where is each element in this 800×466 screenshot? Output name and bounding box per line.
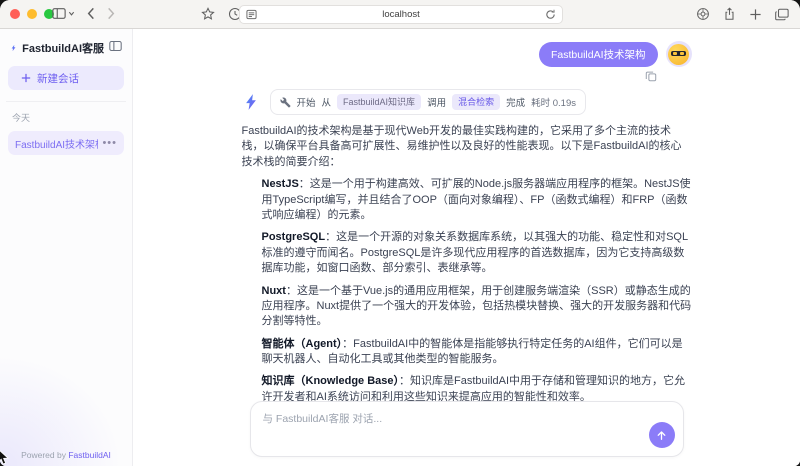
sidebar: FastbuildAI客服 新建会话 今天 FastbuildAI技术架构 ••…	[0, 29, 133, 466]
message-actions-row	[242, 70, 692, 82]
new-conversation-label: 新建会话	[37, 71, 79, 86]
ai-message-header: 开始 从 FastbuildAI知识库 调用 混合检索 完成 耗时 0.19s	[242, 89, 692, 115]
tool-call-status-pill[interactable]: 开始 从 FastbuildAI知识库 调用 混合检索 完成 耗时 0.19s	[270, 89, 587, 115]
chevron-down-icon	[68, 10, 75, 17]
back-button[interactable]	[87, 7, 95, 20]
tech-item-knowledge-base: 知识库（Knowledge Base）：知识库是FastbuildAI中用于存储…	[242, 374, 692, 401]
tech-item-nuxt: Nuxt：这是一个基于Vue.js的通用应用框架，用于创建服务端渲染（SSR）或…	[242, 284, 692, 330]
reader-icon[interactable]	[246, 9, 257, 20]
retrieval-method-badge: 混合检索	[452, 94, 500, 110]
forward-button[interactable]	[107, 7, 115, 20]
browser-chrome: localhost	[0, 0, 800, 29]
conversation-title: FastbuildAI技术架构	[15, 136, 98, 151]
sidebar-divider	[6, 101, 126, 102]
conversation-more-icon[interactable]: •••	[102, 138, 117, 149]
brand-link[interactable]: FastbuildAI	[68, 450, 111, 460]
refresh-icon[interactable]	[545, 9, 556, 20]
tech-term: NestJS	[262, 178, 299, 190]
tech-term: PostgreSQL	[262, 231, 326, 243]
powered-by: Powered by FastbuildAI	[8, 450, 124, 460]
arrow-up-icon	[655, 429, 668, 442]
url-text: localhost	[382, 9, 420, 20]
plus-icon	[21, 73, 31, 83]
send-button[interactable]	[649, 422, 675, 448]
messages-list: FastbuildAI技术架构 开始 从	[242, 29, 692, 401]
extensions-settings-icon[interactable]	[696, 7, 710, 21]
knowledge-base-badge: FastbuildAI知识库	[337, 94, 421, 110]
app-logo-lightning-icon	[10, 40, 17, 56]
new-conversation-button[interactable]: 新建会话	[8, 66, 124, 90]
user-message-row: FastbuildAI技术架构	[242, 41, 692, 67]
tech-desc: ：这是一个开源的对象关系数据库系统，以其强大的功能、稳定性和对SQL标准的遵守而…	[262, 231, 689, 274]
ai-avatar-lightning-icon	[242, 93, 260, 111]
sidebar-header: FastbuildAI客服	[8, 37, 124, 66]
status-from-label: 从	[322, 95, 332, 109]
tech-item-nestjs: NestJS：这是一个用于构建高效、可扩展的Node.js服务器端应用程序的框架…	[242, 177, 692, 223]
status-done-label: 完成	[506, 95, 525, 109]
window-controls	[10, 9, 54, 19]
browser-sidebar-icon[interactable]	[52, 7, 75, 20]
tech-desc: ：这是一个基于Vue.js的通用应用框架，用于创建服务端渲染（SSR）或静态生成…	[262, 285, 692, 328]
ai-intro-paragraph: FastbuildAI的技术架构是基于现代Web开发的最佳实践构建的，它采用了多…	[242, 124, 692, 170]
new-tab-plus-icon[interactable]	[749, 8, 762, 21]
tech-term: Nuxt	[262, 285, 286, 297]
url-bar[interactable]: localhost	[239, 5, 563, 24]
close-window-button[interactable]	[10, 9, 20, 19]
user-message-bubble: FastbuildAI技术架构	[539, 42, 658, 67]
tech-item-agent: 智能体（Agent）：FastbuildAI中的智能体是指能够执行特定任务的AI…	[242, 337, 692, 368]
app-title: FastbuildAI客服	[22, 40, 104, 56]
conversation-item[interactable]: FastbuildAI技术架构 •••	[8, 131, 124, 155]
chat-input[interactable]	[251, 402, 683, 432]
browser-window: localhost FastbuildAI客服	[0, 0, 800, 466]
chat-main: FastbuildAI技术架构 开始 从	[133, 29, 800, 466]
section-label-today: 今天	[8, 111, 124, 131]
chat-input-container	[250, 401, 684, 457]
status-call-label: 调用	[427, 95, 446, 109]
tech-item-postgresql: PostgreSQL：这是一个开源的对象关系数据库系统，以其强大的功能、稳定性和…	[242, 230, 692, 276]
copy-icon[interactable]	[645, 70, 657, 82]
tech-term: 智能体（Agent）	[262, 338, 343, 350]
user-avatar-emoji	[668, 44, 689, 65]
app-root: FastbuildAI客服 新建会话 今天 FastbuildAI技术架构 ••…	[0, 29, 800, 466]
tab-overview-icon[interactable]	[775, 8, 789, 21]
tech-desc: ：这是一个用于构建高效、可扩展的Node.js服务器端应用程序的框架。NestJ…	[262, 178, 691, 221]
minimize-window-button[interactable]	[27, 9, 37, 19]
wrench-icon	[280, 97, 291, 108]
powered-by-text: Powered by	[21, 450, 66, 460]
ai-message-body: FastbuildAI的技术架构是基于现代Web开发的最佳实践构建的，它采用了多…	[242, 124, 692, 401]
status-elapsed-label: 耗时 0.19s	[531, 95, 576, 109]
tech-term: 知识库（Knowledge Base）	[262, 375, 400, 387]
sidebar-collapse-icon[interactable]	[109, 39, 122, 57]
share-icon[interactable]	[723, 7, 736, 21]
status-start-label: 开始	[297, 95, 316, 109]
bookmarks-star-icon[interactable]	[201, 7, 215, 21]
user-avatar	[666, 41, 692, 67]
